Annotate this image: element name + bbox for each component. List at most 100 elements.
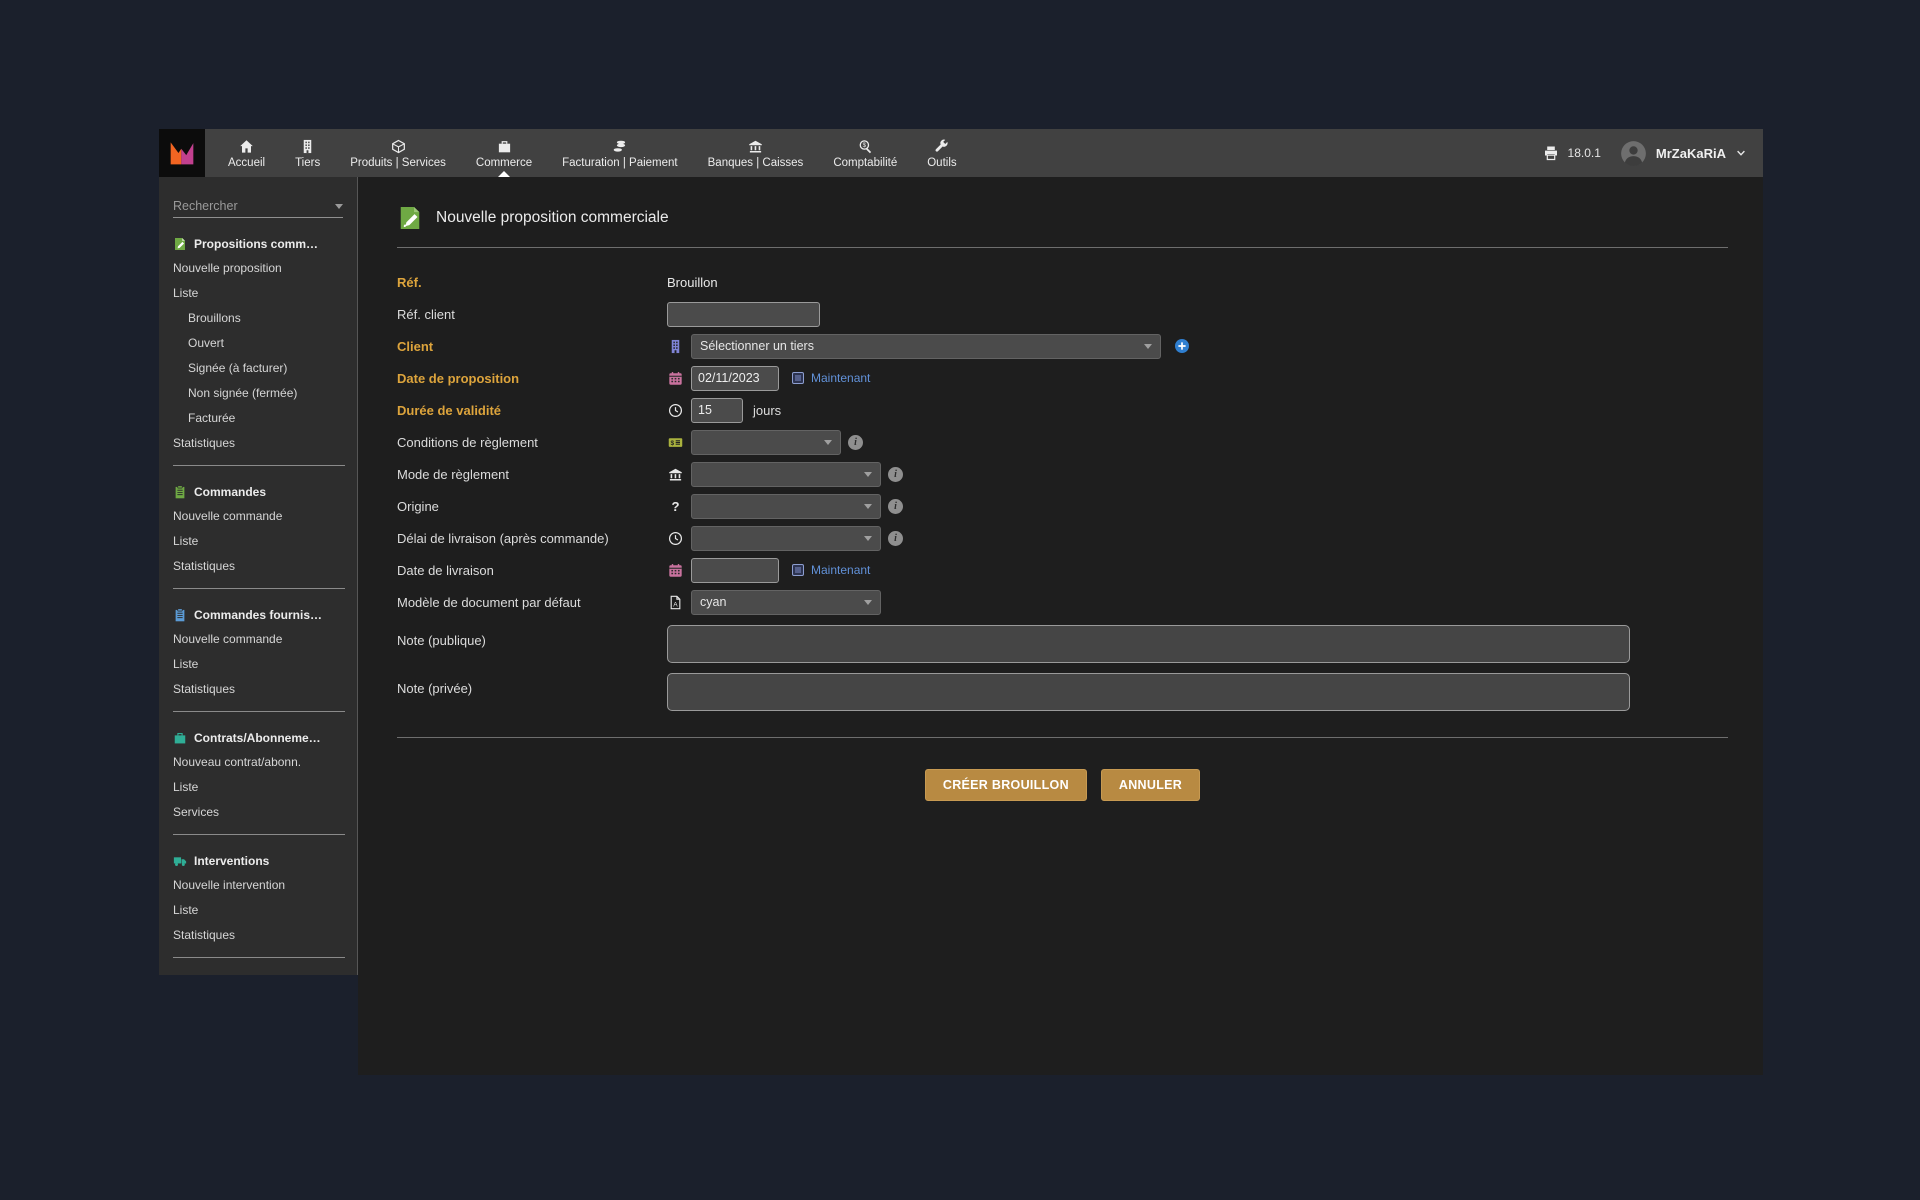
sidebar-item[interactable]: Statistiques — [173, 430, 343, 455]
sidebar-item[interactable]: Non signée (fermée) — [173, 380, 343, 405]
select-field[interactable]: cyan — [691, 590, 881, 615]
sidebar-item[interactable]: Brouillons — [173, 305, 343, 330]
field-value — [667, 625, 1630, 663]
field-label: Réf. client — [397, 307, 667, 322]
select-field[interactable] — [691, 494, 881, 519]
form-row: Mode de règlementi — [397, 458, 1728, 490]
topbar-right: 18.0.1 MrZaKaRiA — [1543, 129, 1763, 177]
menu-item-label: Comptabilité — [833, 157, 897, 169]
form-row: Conditions de règlement$i — [397, 426, 1728, 458]
version-label: 18.0.1 — [1568, 146, 1601, 160]
info-icon[interactable]: i — [888, 467, 903, 482]
app-window: AccueilTiersProduits | ServicesCommerceF… — [159, 129, 1763, 1075]
sidebar-item[interactable]: Ouvert — [173, 330, 343, 355]
date-input[interactable] — [691, 366, 779, 391]
menu-item-label: Outils — [927, 157, 956, 169]
now-checkbox[interactable] — [792, 372, 804, 384]
sidebar-section-header[interactable]: Interventions — [173, 854, 343, 868]
field-label: Délai de livraison (après commande) — [397, 531, 667, 546]
text-input[interactable] — [667, 302, 820, 327]
menu-item-produits-services[interactable]: Produits | Services — [335, 129, 461, 177]
sidebar-item[interactable]: Statistiques — [173, 676, 343, 701]
sidebar-item[interactable]: Facturée — [173, 405, 343, 430]
sidebar-item[interactable]: Services — [173, 799, 343, 824]
calendar-icon — [667, 563, 684, 578]
sidebar-item[interactable]: Signée (à facturer) — [173, 355, 343, 380]
search-input[interactable] — [173, 199, 335, 213]
menu-item-banques-caisses[interactable]: Banques | Caisses — [693, 129, 819, 177]
create-draft-button[interactable]: CRÉER BROUILLON — [925, 769, 1087, 801]
sidebar-item[interactable]: Liste — [173, 774, 343, 799]
sidebar-item[interactable]: Nouvelle commande — [173, 503, 343, 528]
field-value: Maintenant — [667, 558, 870, 583]
field-label: Origine — [397, 499, 667, 514]
select-field[interactable]: Sélectionner un tiers — [691, 334, 1161, 359]
sidebar-item[interactable]: Liste — [173, 528, 343, 553]
logo-m-icon — [165, 136, 199, 170]
field-value: jours — [667, 398, 781, 423]
form-row: ClientSélectionner un tiers — [397, 330, 1728, 362]
sidebar-item[interactable]: Nouvelle proposition — [173, 255, 343, 280]
info-icon[interactable]: i — [888, 499, 903, 514]
field-value: i — [667, 526, 903, 551]
sidebar-item[interactable]: Nouveau contrat/abonn. — [173, 749, 343, 774]
cancel-button[interactable]: ANNULER — [1101, 769, 1200, 801]
field-label: Durée de validité — [397, 403, 667, 418]
money-bill-icon: $ — [668, 435, 683, 450]
now-link[interactable]: Maintenant — [811, 563, 870, 577]
select-value: cyan — [700, 595, 856, 609]
now-link[interactable]: Maintenant — [811, 371, 870, 385]
contract-briefcase-icon — [173, 731, 187, 745]
field-label: Note (publique) — [397, 625, 667, 648]
username-label[interactable]: MrZaKaRiA — [1656, 146, 1726, 161]
field-value: Sélectionner un tiers — [667, 334, 1190, 359]
field-value — [667, 673, 1630, 711]
sidebar-item[interactable]: Liste — [173, 280, 343, 305]
add-thirdparty-icon[interactable] — [1174, 338, 1190, 354]
left-sidebar: Propositions comm…Nouvelle propositionLi… — [159, 177, 358, 975]
sidebar-item[interactable]: Statistiques — [173, 553, 343, 578]
sidebar-section-header[interactable]: Contrats/Abonneme… — [173, 731, 343, 745]
chevron-down-icon[interactable] — [1735, 147, 1747, 159]
menu-item-commerce[interactable]: Commerce — [461, 129, 547, 177]
menu-item-facturation-paiement[interactable]: Facturation | Paiement — [547, 129, 693, 177]
sidebar-item[interactable]: Liste — [173, 651, 343, 676]
sidebar-section-header[interactable]: Propositions comm… — [173, 237, 343, 251]
print-icon[interactable] — [1543, 145, 1559, 161]
select-field[interactable] — [691, 526, 881, 551]
menu-item-label: Accueil — [228, 157, 265, 169]
sidebar-section-title: Commandes fournis… — [194, 608, 322, 622]
title-separator — [397, 247, 1728, 248]
sidebar-item[interactable]: Liste — [173, 897, 343, 922]
search-dropdown-caret-icon[interactable] — [335, 204, 343, 209]
date-input[interactable] — [691, 558, 779, 583]
menu-item-label: Banques | Caisses — [708, 157, 804, 169]
sidebar-item[interactable]: Nouvelle commande — [173, 626, 343, 651]
caret-down-icon — [864, 504, 872, 509]
commerce-briefcase-icon — [497, 139, 512, 154]
sidebar-section-title: Commandes — [194, 485, 266, 499]
sidebar-section-header[interactable]: Commandes fournis… — [173, 608, 343, 622]
menu-item-tiers[interactable]: Tiers — [280, 129, 335, 177]
select-field[interactable] — [691, 430, 841, 455]
info-icon[interactable]: i — [848, 435, 863, 450]
menu-item-comptabilit-[interactable]: $Comptabilité — [818, 129, 912, 177]
sidebar-separator — [173, 711, 345, 712]
menu-item-accueil[interactable]: Accueil — [213, 129, 280, 177]
select-field[interactable] — [691, 462, 881, 487]
field-suffix: jours — [753, 403, 781, 418]
user-avatar[interactable] — [1620, 140, 1647, 167]
menu-item-outils[interactable]: Outils — [912, 129, 971, 177]
sidebar-item[interactable]: Statistiques — [173, 922, 343, 947]
app-logo[interactable] — [159, 129, 205, 177]
note-textarea[interactable] — [667, 625, 1630, 663]
home-icon — [239, 139, 254, 154]
info-icon[interactable]: i — [888, 531, 903, 546]
note-textarea[interactable] — [667, 673, 1630, 711]
now-checkbox[interactable] — [792, 564, 804, 576]
question-icon: ? — [668, 499, 683, 514]
sidebar-item[interactable]: Nouvelle intervention — [173, 872, 343, 897]
text-input[interactable] — [691, 398, 743, 423]
page-title-row: Nouvelle proposition commerciale — [397, 205, 1728, 231]
sidebar-section-header[interactable]: Commandes — [173, 485, 343, 499]
